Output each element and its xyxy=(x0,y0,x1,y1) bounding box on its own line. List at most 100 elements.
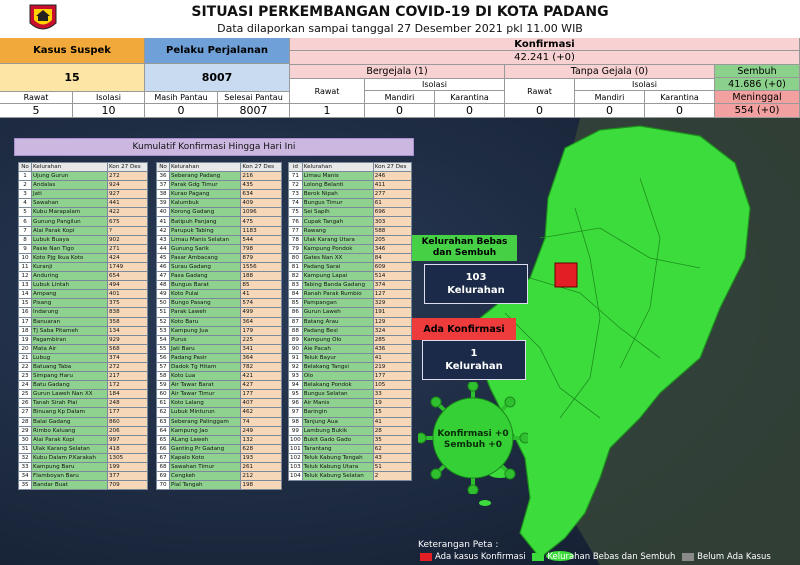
row-number: 95 xyxy=(288,389,303,400)
row-kelurahan: Tanjung Aua xyxy=(301,416,374,427)
table-row: 19 Pagambiran 929 xyxy=(18,334,149,345)
table-row: 32 Kubu Dalam P.Karakah 1305 xyxy=(18,452,149,464)
row-number: 70 xyxy=(156,480,170,491)
row-value: 427 xyxy=(240,380,282,391)
row-kelurahan: Flamboyan Baru xyxy=(31,471,108,482)
tanpa-karantina-value: 0 xyxy=(645,104,715,118)
row-kelurahan: Rawang xyxy=(301,225,374,236)
row-kelurahan: Lubuk Lintah xyxy=(31,280,108,291)
row-value: 177 xyxy=(240,389,282,400)
row-number: 17 xyxy=(18,316,32,327)
page-title: SITUASI PERKEMBANGAN COVID-19 DI KOTA PA… xyxy=(191,4,609,20)
table-row: 90 Aie Pacah 436 xyxy=(288,343,413,354)
table-row: 82 Kampung Lapai 514 xyxy=(288,271,413,282)
row-number: 49 xyxy=(156,289,170,300)
table-row: 55 Jati Baru 341 xyxy=(156,343,282,354)
row-kelurahan: Gunung Pangilun xyxy=(31,216,108,227)
row-kelurahan: Air Tawar Timur xyxy=(168,389,242,400)
row-kelurahan: Berok Nipah xyxy=(301,189,374,200)
table-row: 64 Kampung Jao 249 xyxy=(156,425,282,436)
row-number: 84 xyxy=(288,289,303,300)
row-number: 76 xyxy=(288,216,303,227)
row-number: 59 xyxy=(156,380,170,391)
row-number: 51 xyxy=(156,307,170,318)
bergejala-mandiri-value: 0 xyxy=(365,104,435,118)
row-kelurahan: ALang Laweh xyxy=(168,434,242,445)
row-kelurahan: Teluk Kabung Utara xyxy=(301,461,374,473)
row-kelurahan: Ujung Gurun xyxy=(31,170,108,182)
col-no-header: No xyxy=(156,162,170,172)
row-value: 261 xyxy=(240,461,282,473)
row-kelurahan: Dadok Tg Hitam xyxy=(168,361,242,373)
row-value: 272 xyxy=(106,361,149,373)
row-value: 494 xyxy=(106,280,149,291)
row-kelurahan: Kampung Jua xyxy=(168,325,242,336)
col-no-header: No xyxy=(18,162,32,172)
table-row: 79 Kampung Pondok 346 xyxy=(288,243,413,254)
row-kelurahan: Belakang Tangsi xyxy=(301,361,374,373)
table-header-row: id Kelurahan Kon 27 Des xyxy=(288,162,413,172)
row-kelurahan: Parak Gdg Timur xyxy=(168,180,242,191)
bergejala-karantina-label: Karantina xyxy=(435,91,505,104)
row-value: 179 xyxy=(240,325,282,336)
row-kelurahan: Alai Parak Kopi xyxy=(31,225,108,236)
bebas-box: 103 Kelurahan xyxy=(424,264,528,304)
table-row: 28 Balai Gadang 860 xyxy=(18,416,149,427)
row-kelurahan: Batipuh Panjang xyxy=(168,216,242,227)
row-number: 6 xyxy=(18,216,32,227)
table-row: 35 Bandar Buat 709 xyxy=(18,480,149,491)
row-value: 1305 xyxy=(106,452,149,464)
row-number: 53 xyxy=(156,325,170,336)
row-number: 81 xyxy=(288,261,303,273)
virus-text: Konfirmasi +0 Sembuh +0 xyxy=(437,428,509,450)
table-row: 83 Tabing Banda Gadang 374 xyxy=(288,280,413,291)
row-number: 15 xyxy=(18,298,32,309)
row-number: 93 xyxy=(288,371,303,382)
row-kelurahan: Banuaran xyxy=(31,316,108,327)
row-number: 67 xyxy=(156,452,170,464)
row-value: 177 xyxy=(372,371,413,382)
row-value: 421 xyxy=(240,371,282,382)
row-number: 88 xyxy=(288,325,303,336)
table-row: 13 Lubuk Lintah 494 xyxy=(18,280,149,291)
row-kelurahan: Ranah Parak Rumbio xyxy=(301,289,374,300)
row-value: 364 xyxy=(240,316,282,327)
row-value: 19 xyxy=(372,398,413,409)
row-kelurahan: Koto Lua xyxy=(168,371,242,382)
row-value: 249 xyxy=(240,425,282,436)
row-value: 225 xyxy=(240,334,282,345)
row-kelurahan: Tabing Banda Gadang xyxy=(301,280,374,291)
table-row: 10 Koto Pjg Ikua Koto 424 xyxy=(18,252,149,263)
table-row: 17 Banuaran 358 xyxy=(18,316,149,327)
bergejala-label: Bergejala (1) xyxy=(290,65,505,79)
row-value: 422 xyxy=(106,207,149,218)
row-kelurahan: Kubu Dalam P.Karakah xyxy=(31,452,108,464)
row-kelurahan: Tj Saba Pitameh xyxy=(31,325,108,336)
row-kelurahan: Jati Baru xyxy=(168,343,242,354)
row-kelurahan: Tanah Sirah Piai xyxy=(31,398,108,409)
row-kelurahan: Pampangan xyxy=(301,298,374,309)
row-kelurahan: Kalumbuk xyxy=(168,198,242,209)
table-row: 50 Bungo Pasang 574 xyxy=(156,298,282,309)
row-kelurahan: Korong Gadang xyxy=(168,207,242,218)
row-number: 58 xyxy=(156,371,170,382)
row-number: 89 xyxy=(288,334,303,345)
table-row: 49 Koto Pulai 41 xyxy=(156,289,282,300)
row-kelurahan: Padang Besi xyxy=(301,325,374,336)
table-row: 61 Koto Lalang 407 xyxy=(156,398,282,409)
row-value: 544 xyxy=(240,234,282,245)
row-value: 409 xyxy=(240,198,282,209)
table-row: 11 Kuranji 1749 xyxy=(18,261,149,273)
bergejala-mandiri-label: Mandiri xyxy=(365,91,435,104)
row-value: 177 xyxy=(106,407,149,418)
tanpa-rawat-label: Rawat xyxy=(505,79,575,104)
row-number: 37 xyxy=(156,180,170,191)
row-number: 44 xyxy=(156,243,170,254)
row-value: 191 xyxy=(372,307,413,318)
row-number: 72 xyxy=(288,180,303,191)
table-row: 62 Lubuk Minturun 462 xyxy=(156,407,282,418)
row-kelurahan: Kampung Olo xyxy=(301,334,374,345)
row-number: 39 xyxy=(156,198,170,209)
tanpa-gejala-label: Tanpa Gejala (0) xyxy=(505,65,715,79)
row-value: 838 xyxy=(106,307,149,318)
